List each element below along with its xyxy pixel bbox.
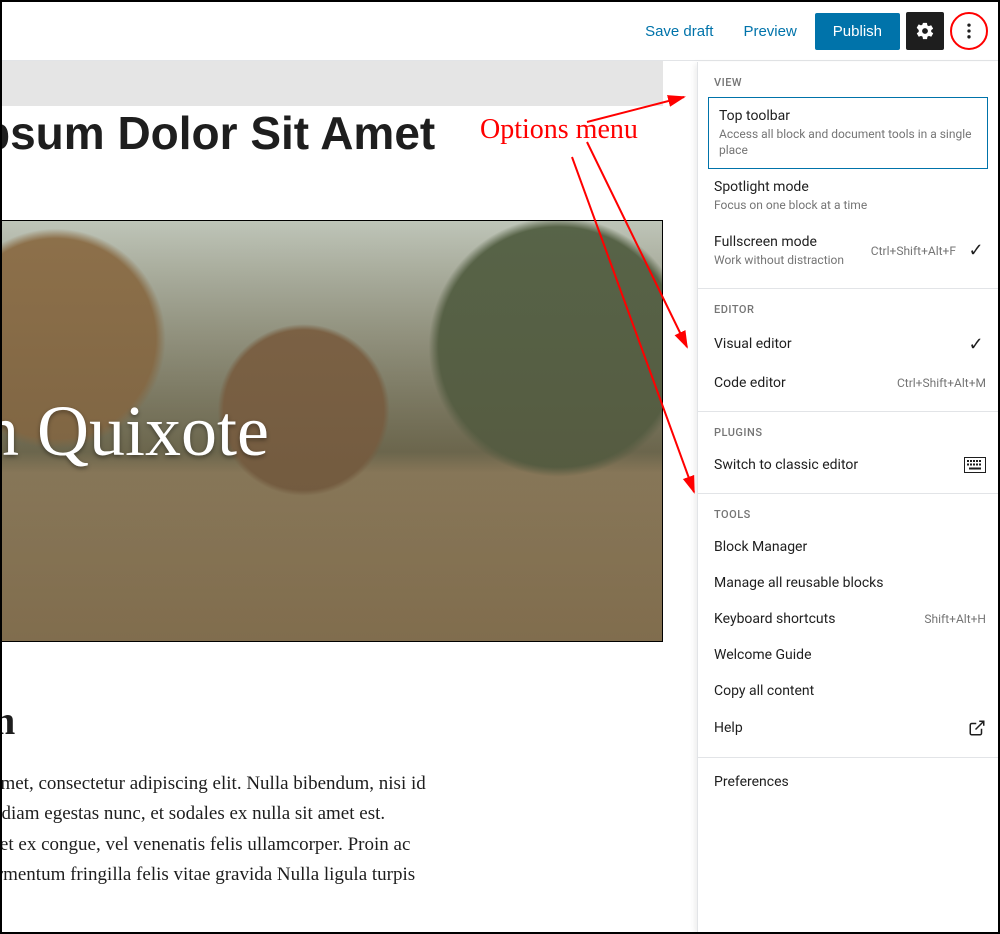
menu-item-help[interactable]: Help xyxy=(698,709,998,747)
more-vertical-icon xyxy=(959,21,979,41)
menu-item-label: Copy all content xyxy=(714,683,986,699)
editor-top-bar: Save draft Preview Publish xyxy=(2,2,998,61)
keyboard-icon xyxy=(964,457,986,473)
menu-group-tools: TOOLS Block Manager Manage all reusable … xyxy=(698,494,998,758)
menu-item-copy-all[interactable]: Copy all content xyxy=(698,673,998,709)
menu-group-plugins: PLUGINS Switch to classic editor xyxy=(698,412,998,494)
menu-item-label: Top toolbar xyxy=(719,108,977,124)
menu-item-reusable-blocks[interactable]: Manage all reusable blocks xyxy=(698,565,998,601)
menu-heading-plugins: PLUGINS xyxy=(698,412,998,447)
menu-shortcut: Ctrl+Shift+Alt+F xyxy=(871,244,956,258)
menu-item-desc: Access all block and document tools in a… xyxy=(719,126,977,158)
save-draft-button[interactable]: Save draft xyxy=(633,15,725,48)
menu-item-top-toolbar[interactable]: Top toolbar Access all block and documen… xyxy=(708,97,988,169)
options-button[interactable] xyxy=(950,12,988,50)
menu-item-desc: Work without distraction xyxy=(714,252,861,268)
menu-item-label: Preferences xyxy=(714,774,986,790)
app-frame: Save draft Preview Publish psum Dolor Si… xyxy=(0,0,1000,934)
menu-shortcut: Ctrl+Shift+Alt+M xyxy=(897,376,986,390)
gear-icon xyxy=(915,21,935,41)
menu-item-spotlight[interactable]: Spotlight mode Focus on one block at a t… xyxy=(698,169,998,223)
menu-heading-editor: EDITOR xyxy=(698,289,998,324)
menu-item-label: Code editor xyxy=(714,375,887,391)
menu-item-label: Block Manager xyxy=(714,539,986,555)
menu-item-visual-editor[interactable]: Visual editor ✓ xyxy=(698,324,998,365)
post-title[interactable]: psum Dolor Sit Amet xyxy=(0,106,663,160)
menu-item-label: Spotlight mode xyxy=(714,179,986,195)
menu-item-keyboard-shortcuts[interactable]: Keyboard shortcuts Shift+Alt+H xyxy=(698,601,998,637)
menu-item-label: Help xyxy=(714,720,958,736)
menu-item-label: Switch to classic editor xyxy=(714,457,954,473)
menu-item-label: Manage all reusable blocks xyxy=(714,575,986,591)
menu-item-fullscreen[interactable]: Fullscreen mode Work without distraction… xyxy=(698,224,998,278)
paragraph-block[interactable]: t amet, consectetur adipiscing elit. Nul… xyxy=(0,769,663,891)
menu-item-classic-editor[interactable]: Switch to classic editor xyxy=(698,447,998,483)
heading-block[interactable]: m xyxy=(0,697,663,744)
check-icon: ✓ xyxy=(966,240,986,261)
menu-group-view: VIEW Top toolbar Access all block and do… xyxy=(698,62,998,289)
check-icon: ✓ xyxy=(966,334,986,355)
preview-button[interactable]: Preview xyxy=(731,15,808,48)
settings-button[interactable] xyxy=(906,12,944,50)
menu-heading-tools: TOOLS xyxy=(698,494,998,529)
options-menu: VIEW Top toolbar Access all block and do… xyxy=(697,62,998,932)
menu-item-welcome-guide[interactable]: Welcome Guide xyxy=(698,637,998,673)
publish-button[interactable]: Publish xyxy=(815,13,900,50)
external-link-icon xyxy=(968,719,986,737)
menu-item-block-manager[interactable]: Block Manager xyxy=(698,529,998,565)
editor-canvas-wrap: psum Dolor Sit Amet n Quixote m t amet, … xyxy=(0,60,663,932)
menu-item-label: Keyboard shortcuts xyxy=(714,611,914,627)
menu-group-editor: EDITOR Visual editor ✓ Code editor Ctrl+… xyxy=(698,289,998,412)
menu-item-desc: Focus on one block at a time xyxy=(714,197,986,213)
menu-item-preferences[interactable]: Preferences xyxy=(698,758,998,800)
cover-title[interactable]: n Quixote xyxy=(0,390,269,473)
menu-item-label: Visual editor xyxy=(714,336,956,352)
menu-shortcut: Shift+Alt+H xyxy=(924,612,986,626)
menu-item-label: Fullscreen mode xyxy=(714,234,861,250)
cover-block[interactable]: n Quixote xyxy=(0,220,663,642)
menu-item-code-editor[interactable]: Code editor Ctrl+Shift+Alt+M xyxy=(698,365,998,401)
editor-canvas[interactable]: psum Dolor Sit Amet n Quixote m t amet, … xyxy=(0,106,663,934)
menu-heading-view: VIEW xyxy=(698,62,998,97)
menu-group-preferences: Preferences xyxy=(698,758,998,810)
menu-item-label: Welcome Guide xyxy=(714,647,986,663)
